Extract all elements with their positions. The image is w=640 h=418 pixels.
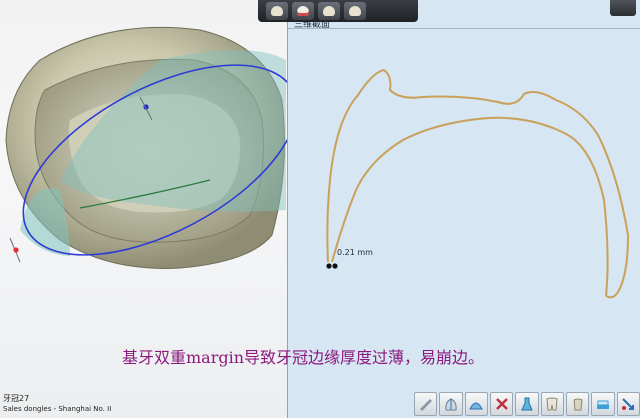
delete-button[interactable]	[489, 392, 514, 416]
section-curve-outer	[326, 68, 630, 299]
dome-icon	[469, 402, 484, 410]
crown-view-2-button[interactable]	[292, 2, 314, 20]
tooth-shape-icon	[546, 397, 558, 411]
flask-icon	[521, 397, 533, 411]
crown-gear-icon	[349, 6, 361, 16]
dome-button[interactable]	[464, 392, 488, 416]
tooth-icon	[573, 398, 583, 411]
crown-view-3-button[interactable]	[318, 2, 340, 20]
delete-icon	[495, 398, 508, 410]
sculpt-tool-button[interactable]	[414, 392, 438, 416]
case-title: 牙冠27	[3, 394, 30, 403]
remove-arrow-icon	[622, 398, 635, 410]
crown-section-icon	[445, 398, 457, 411]
license-subtitle: Sales dongles - Shanghai No. II	[3, 405, 112, 413]
measure-point-b	[332, 263, 338, 269]
remove-arrow-button[interactable]	[616, 392, 640, 416]
flask-button[interactable]	[515, 392, 539, 416]
measure-point-a	[326, 263, 332, 269]
bottom-toolbar	[414, 392, 640, 418]
crown-margin-icon	[297, 6, 309, 16]
toothbrush-tool-button[interactable]	[591, 392, 615, 416]
toothbrush-tool-icon	[596, 400, 609, 409]
annotation-caption: 基牙双重margin导致牙冠边缘厚度过薄，易崩边。	[122, 348, 485, 367]
section-curve-inner	[331, 116, 609, 297]
crown-icon	[323, 6, 335, 16]
crown-view-4-button[interactable]	[344, 2, 366, 20]
crown-view-1-button[interactable]	[266, 2, 288, 20]
tooth-button[interactable]	[565, 392, 590, 416]
top-toolbar	[258, 0, 418, 22]
tooth-shape-button[interactable]	[540, 392, 564, 416]
crown-icon	[271, 6, 283, 16]
thickness-measurement-label: 0.21 mm	[337, 248, 373, 257]
crown-section-button[interactable]	[439, 392, 463, 416]
sculpt-tool-icon	[419, 399, 432, 411]
corner-menu-icon[interactable]	[610, 0, 636, 16]
